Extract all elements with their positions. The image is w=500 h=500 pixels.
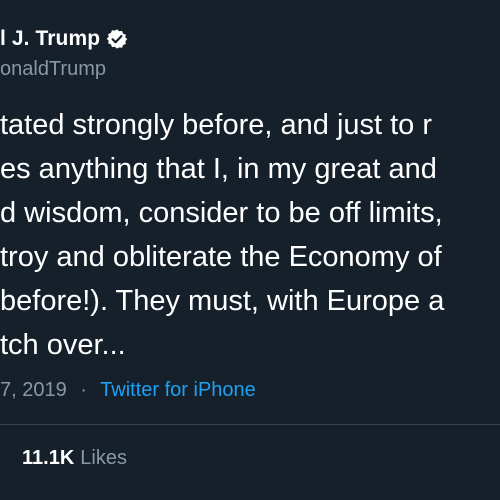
tweet-text-line: tch over... — [0, 329, 126, 361]
author-name-row[interactable]: l J. Trump — [0, 26, 128, 52]
tweet-meta: 7, 2019 · Twitter for iPhone — [0, 379, 256, 402]
tweet-card: l J. Trump onaldTrump tated strongly bef… — [0, 0, 500, 500]
tweet-text-line: es anything that I, in my great and — [0, 153, 437, 185]
author-handle[interactable]: onaldTrump — [0, 58, 106, 81]
divider — [0, 424, 500, 425]
meta-separator: · — [80, 379, 87, 401]
tweet-text-line: tated strongly before, and just to r — [0, 109, 433, 141]
tweet-source-link[interactable]: Twitter for iPhone — [100, 379, 256, 401]
likes-label[interactable]: Likes — [80, 447, 127, 469]
tweet-text-line: d wisdom, consider to be off limits, — [0, 197, 443, 229]
tweet-text-line: troy and obliterate the Economy of — [0, 241, 442, 273]
author-name[interactable]: l J. Trump — [0, 27, 100, 51]
likes-count[interactable]: 11.1K — [22, 447, 74, 469]
tweet-stats[interactable]: 11.1K Likes — [22, 447, 127, 470]
tweet-date[interactable]: 7, 2019 — [0, 379, 67, 401]
verified-badge-icon — [106, 28, 128, 50]
tweet-text-line: before!). They must, with Europe a — [0, 285, 445, 317]
